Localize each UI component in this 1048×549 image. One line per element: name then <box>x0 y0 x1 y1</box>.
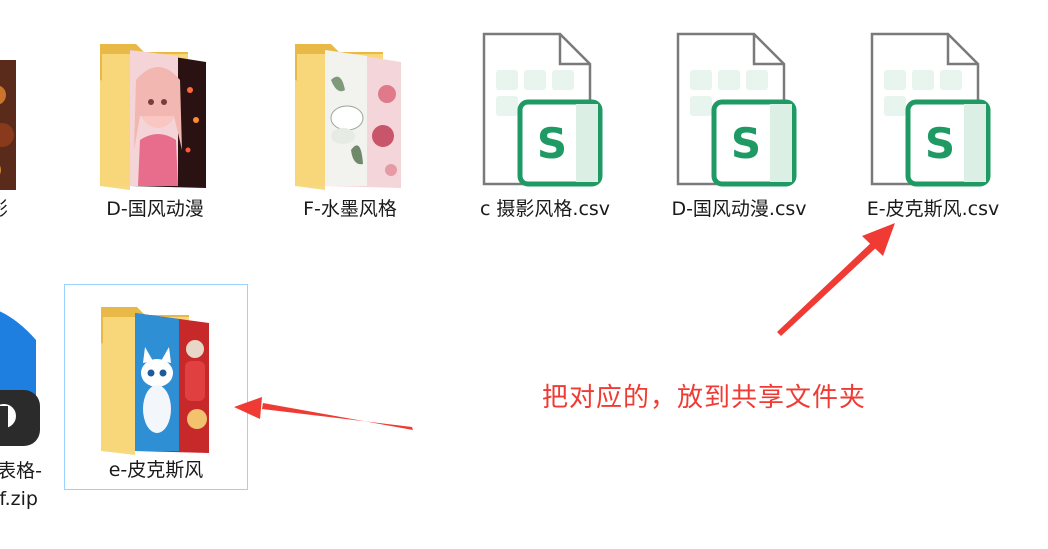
csv-file-item-e-pixar[interactable]: S E-皮克斯风.csv <box>858 20 1008 230</box>
item-label: D-国风动漫 <box>106 198 204 220</box>
folder-item-f-ink[interactable]: F-水墨风格 <box>275 20 425 230</box>
zip-archive-icon <box>0 290 50 454</box>
csv-file-icon: S <box>674 30 800 194</box>
csv-badge-letter: S <box>925 119 955 168</box>
item-label: E-皮克斯风.csv <box>866 198 1000 220</box>
csv-file-icon: S <box>868 30 994 194</box>
folder-icon <box>100 40 210 194</box>
arrow-to-folder <box>234 397 413 430</box>
csv-file-item-c-photo[interactable]: S c 摄影风格.csv <box>470 20 620 230</box>
folder-icon <box>0 40 16 204</box>
item-label: 影 <box>0 196 8 222</box>
item-label: D-国风动漫.csv <box>671 198 807 220</box>
item-label-line1: 表格- <box>0 460 42 482</box>
folder-item-photography[interactable]: 影 <box>0 20 16 230</box>
csv-badge-letter: S <box>731 119 761 168</box>
annotation-text: 把对应的，放到共享文件夹 <box>542 383 867 413</box>
folder-item-d-guofeng[interactable]: D-国风动漫 <box>80 20 230 230</box>
item-label: e-皮克斯风 <box>108 459 204 481</box>
csv-file-icon: S <box>480 30 606 194</box>
item-label: F-水墨风格 <box>303 198 397 220</box>
zip-file-item[interactable]: 表格- f.zip <box>0 290 50 520</box>
folder-icon <box>101 303 213 459</box>
file-explorer-view: 影 D-国风动漫 <box>0 0 1048 549</box>
folder-icon <box>295 40 405 194</box>
item-label: c 摄影风格.csv <box>479 198 611 220</box>
item-label-line2: f.zip <box>0 488 38 510</box>
csv-file-item-d-guofeng[interactable]: S D-国风动漫.csv <box>664 20 814 230</box>
arrow-to-csv <box>777 223 895 336</box>
csv-badge-letter: S <box>537 119 567 168</box>
folder-item-e-pixar[interactable]: e-皮克斯风 <box>64 284 248 490</box>
